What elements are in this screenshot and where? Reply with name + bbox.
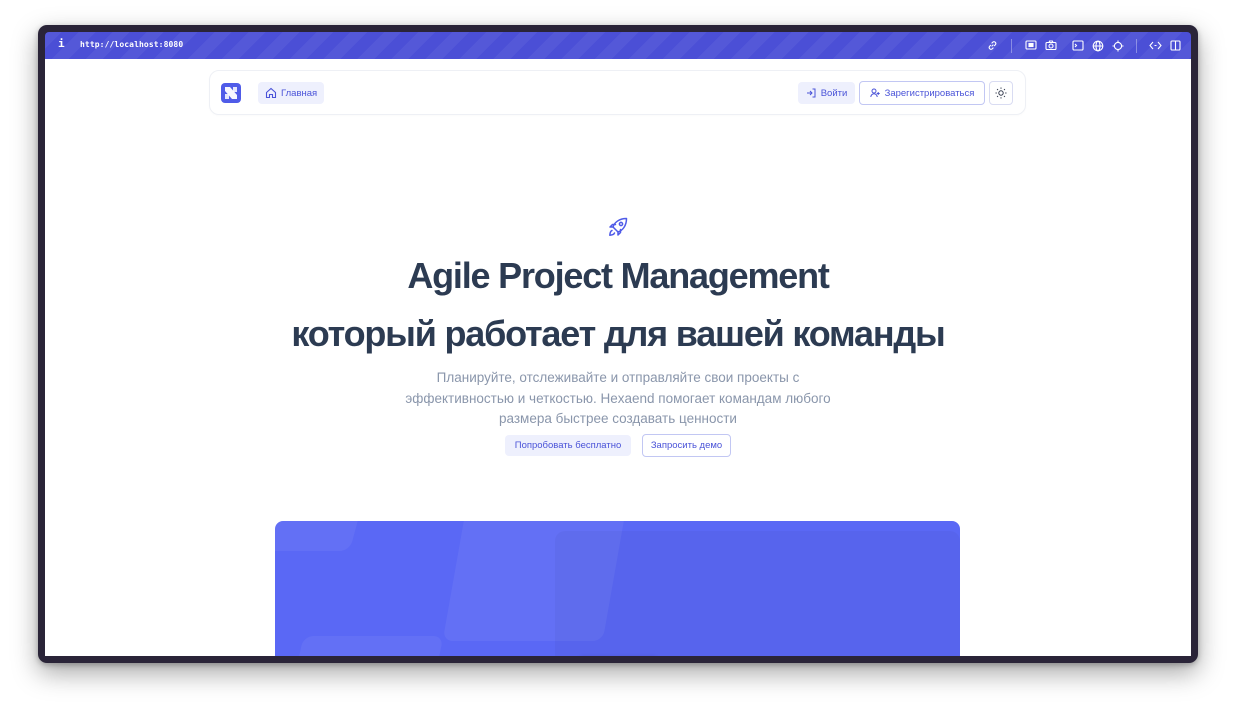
terminal-icon[interactable] [1070,38,1085,53]
info-icon[interactable]: i [58,37,65,50]
toolbar-divider [1011,38,1012,53]
decor-shape [286,636,444,656]
rocket-icon [609,217,628,236]
home-icon [265,87,277,99]
decor-shape [555,531,960,656]
register-button[interactable]: Зарегистрироваться [859,81,985,105]
hero-subtitle: Планируйте, отслеживайте и отправляйте с… [405,370,831,426]
register-label: Зарегистрироваться [884,87,975,99]
login-label: Войти [820,87,848,99]
globe-icon[interactable] [1090,38,1105,53]
product-preview [275,521,960,656]
toolbar-divider [1136,38,1137,53]
browser-toolbar: i http://localhost:8080 [45,32,1191,59]
page-viewport: Главная Войти Зарегистрироваться Agile P… [45,59,1191,656]
toolbar-icons [980,38,1183,53]
decor-shape [275,521,361,551]
hero-title-line-1: Agile Project Management [407,255,830,296]
panel-icon[interactable] [1168,38,1183,53]
login-button[interactable]: Войти [798,82,855,104]
screen-capture-icon[interactable] [1023,38,1038,53]
login-icon [806,88,816,98]
hexaend-logo[interactable] [221,83,241,103]
theme-toggle-button[interactable] [989,81,1013,105]
address-bar-url[interactable]: http://localhost:8080 [80,40,183,49]
nav-home-label: Главная [281,87,318,99]
hero-title-line-2: который работает для вашей команды [291,313,945,354]
request-demo-button[interactable]: Запросить демо [642,434,731,457]
top-navbar: Главная Войти Зарегистрироваться [209,70,1026,115]
browser-window: i http://localhost:8080 Главная Войти За… [38,25,1198,663]
user-plus-icon [869,88,880,98]
link-icon[interactable] [985,38,1000,53]
crosshair-icon[interactable] [1110,38,1125,53]
code-icon[interactable] [1148,38,1163,53]
try-free-button[interactable]: Попробовать бесплатно [505,435,631,456]
camera-icon[interactable] [1043,38,1058,53]
nav-home-link[interactable]: Главная [258,82,325,104]
sun-icon [995,87,1007,99]
